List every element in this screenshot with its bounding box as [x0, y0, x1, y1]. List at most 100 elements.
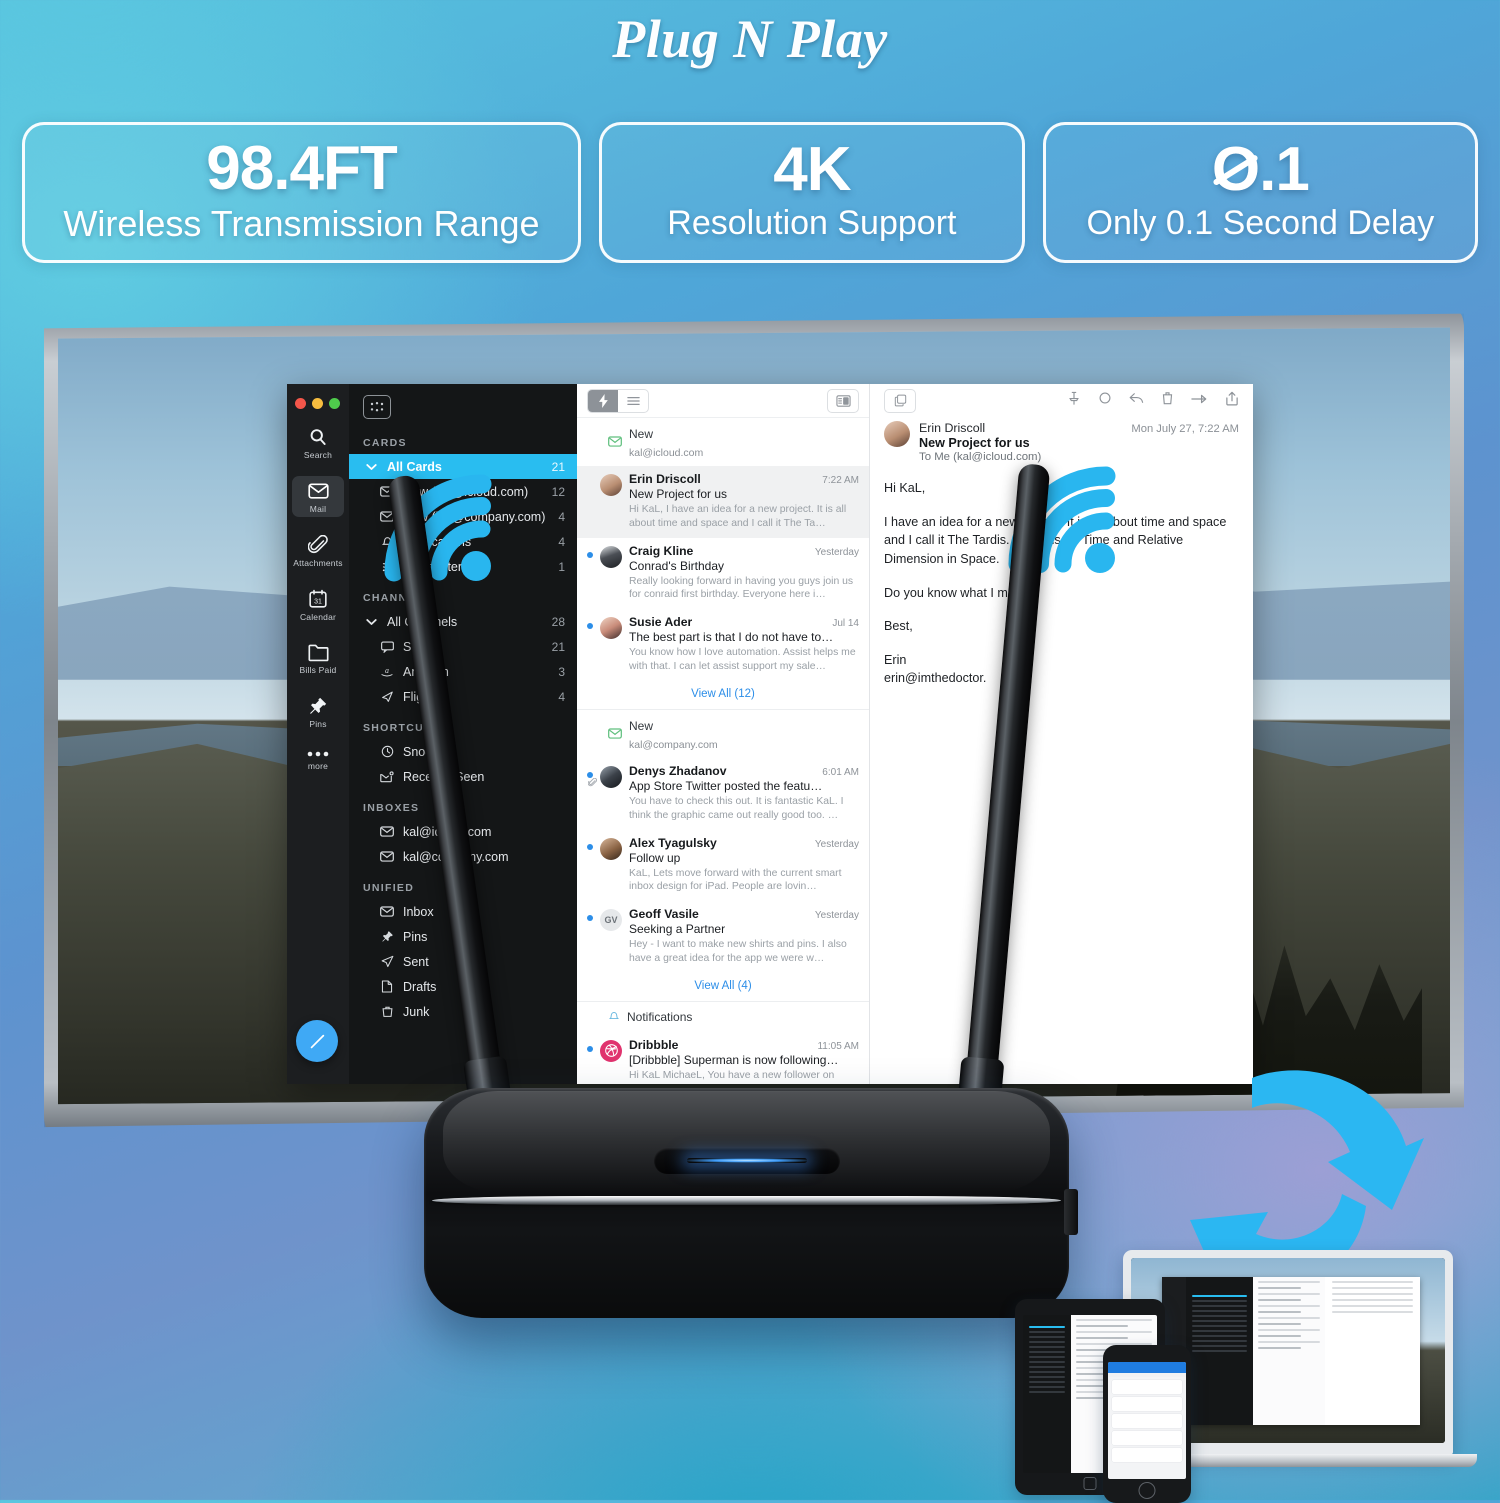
tablet-home-button[interactable]: [1083, 1477, 1097, 1490]
view-all-link[interactable]: View All (4): [577, 973, 869, 1002]
table-row[interactable]: Craig Kline Yesterday Conrad's Birthday …: [577, 538, 869, 610]
reading-pane-actions[interactable]: [1067, 391, 1239, 411]
list-group-header: New kal@icloud.com: [577, 418, 869, 466]
rail-item-pins[interactable]: Pins: [292, 691, 344, 732]
sidebar-section-shortcuts-title: SHORTCUTS: [363, 722, 441, 734]
bell-icon: [608, 1009, 620, 1027]
reading-pane-date: Mon July 27, 7:22 AM: [1131, 423, 1239, 435]
mini-mail-window: [1162, 1276, 1420, 1425]
sidebar-item-all-channels-count: 28: [551, 614, 565, 629]
trash-icon[interactable]: [1161, 391, 1174, 410]
chat-icon: [379, 640, 395, 653]
send-icon: [379, 955, 395, 968]
sidebar-item-unified-pins-label: Pins: [403, 929, 428, 944]
mini-list: [1252, 1276, 1325, 1425]
list-group-subtitle: kal@icloud.com: [629, 447, 704, 459]
folder-icon: [307, 643, 329, 662]
svg-text:31: 31: [314, 599, 322, 606]
list-item: [1112, 1397, 1182, 1412]
message-list-toolbar: [577, 384, 869, 418]
message-time: Yesterday: [814, 910, 859, 922]
table-row[interactable]: Alex Tyagulsky Yesterday Follow up KaL, …: [577, 830, 869, 902]
phone-segment: [1108, 1372, 1186, 1378]
rail-item-mail[interactable]: Mail: [292, 476, 344, 517]
avatar: [600, 545, 622, 568]
sidebar-item-recently-seen[interactable]: Recently Seen: [349, 764, 577, 789]
message-subject: App Store Twitter posted the featu…: [629, 778, 823, 793]
sidebar-item-flights-count: 4: [558, 689, 565, 704]
list-group-title: Notifications: [627, 1010, 693, 1025]
pin-icon[interactable]: [1067, 391, 1081, 410]
hamburger-icon[interactable]: [618, 390, 648, 412]
pin-icon: [308, 696, 328, 716]
mini-nav: [1185, 1276, 1253, 1425]
slashed-zero-icon: O: [1211, 135, 1260, 205]
badge-delay: O.1 Only 0.1 Second Delay: [1042, 122, 1479, 263]
list-group-subtitle: kal@company.com: [629, 738, 718, 751]
sidebar-item-snoozed[interactable]: Snoozed: [349, 739, 577, 764]
window-traffic-lights[interactable]: [287, 398, 340, 409]
bolt-icon[interactable]: [588, 389, 618, 412]
rail-item-search[interactable]: Search: [292, 422, 344, 463]
table-row[interactable]: Susie Ader Jul 14 The best part is that …: [577, 609, 869, 681]
avatar: [600, 765, 622, 788]
share-icon[interactable]: [1225, 391, 1239, 411]
box-highlight: [443, 1091, 1050, 1193]
message-list-pane[interactable]: New kal@icloud.com Erin Driscoll 7:22 AM: [577, 384, 870, 1084]
sidebar-item-amazon[interactable]: a Amazon 3: [349, 659, 577, 684]
rail-item-calendar-label: Calendar: [299, 612, 337, 622]
snooze-icon[interactable]: [1098, 391, 1112, 410]
grid-layout-button[interactable]: [363, 395, 391, 419]
sidebar-item-social[interactable]: Social 21: [349, 634, 577, 659]
unread-dot: [587, 843, 593, 850]
forward-icon[interactable]: [1191, 392, 1208, 410]
page-title: Plug N Play: [612, 9, 888, 69]
sidebar-item-all-channels[interactable]: All Channels 28: [349, 609, 577, 634]
more-icon: [307, 750, 329, 758]
zoom-button[interactable]: [329, 398, 340, 409]
reply-icon[interactable]: [1129, 391, 1144, 410]
avatar: [600, 474, 622, 496]
copy-icon[interactable]: [884, 388, 916, 413]
table-row[interactable]: Erin Driscoll 7:22 AM New Project for us…: [577, 466, 869, 538]
phone-home-button[interactable]: [1138, 1482, 1156, 1499]
table-row[interactable]: Denys Zhadanov 6:01 AM App Store Twitter…: [577, 758, 869, 830]
view-all-link[interactable]: View All (12): [577, 681, 869, 710]
message-time: Jul 14: [832, 618, 859, 630]
badge-delay-value: O.1: [1211, 135, 1310, 205]
feature-badge-row: 98.4FT Wireless Transmission Range 4K Re…: [22, 122, 1479, 263]
message-preview: You know how I love automation. Assist h…: [629, 647, 856, 673]
list-mode-segmented-control[interactable]: [587, 388, 649, 413]
close-button[interactable]: [295, 398, 306, 409]
message-preview: Hi KaL MichaeL, You have a new follower …: [629, 1069, 842, 1084]
list-item: [1112, 1448, 1182, 1463]
compose-button[interactable]: [296, 1020, 338, 1062]
message-time: Yesterday: [814, 838, 859, 850]
rail-item-more-label: more: [307, 761, 329, 771]
message-sender: Alex Tyagulsky: [629, 835, 717, 850]
sidebar-item-flights[interactable]: Flights 4: [349, 684, 577, 709]
envelope-icon: [608, 434, 622, 452]
message-subject: [Dribbble] Superman is now following…: [629, 1052, 839, 1067]
rail-item-attachments[interactable]: Attachments: [292, 530, 344, 571]
poster-canvas: Plug N Play 98.4FT Wireless Transmission…: [0, 0, 1500, 1503]
envelope-icon: [379, 826, 395, 837]
reading-pane-subject: New Project for us: [919, 436, 1030, 450]
rail-item-more[interactable]: more: [292, 745, 344, 774]
unread-dot: [587, 1045, 593, 1052]
mini-reading: [1324, 1276, 1420, 1425]
reading-pane-header: Erin Driscoll Mon July 27, 7:22 AM New P…: [870, 417, 1253, 463]
split-view-icon[interactable]: [827, 388, 859, 413]
avatar: [884, 421, 910, 447]
message-preview: Hi KaL, I have an idea for a new project…: [629, 504, 847, 529]
table-row[interactable]: Dribbble 11:05 AM [Dribbble] Superman is…: [577, 1032, 869, 1084]
side-port: [1064, 1189, 1078, 1236]
rail-item-bills-paid[interactable]: Bills Paid: [292, 638, 344, 678]
message-time: 6:01 AM: [822, 766, 859, 778]
message-sender: Denys Zhadanov: [629, 763, 727, 778]
rail-item-calendar[interactable]: 31 Calendar: [292, 584, 344, 625]
chevron-down-icon: [363, 618, 379, 626]
minimize-button[interactable]: [312, 398, 323, 409]
seen-mail-icon: [379, 770, 395, 783]
table-row[interactable]: GV Geoff Vasile Yesterday Seeking a Part…: [577, 901, 869, 973]
